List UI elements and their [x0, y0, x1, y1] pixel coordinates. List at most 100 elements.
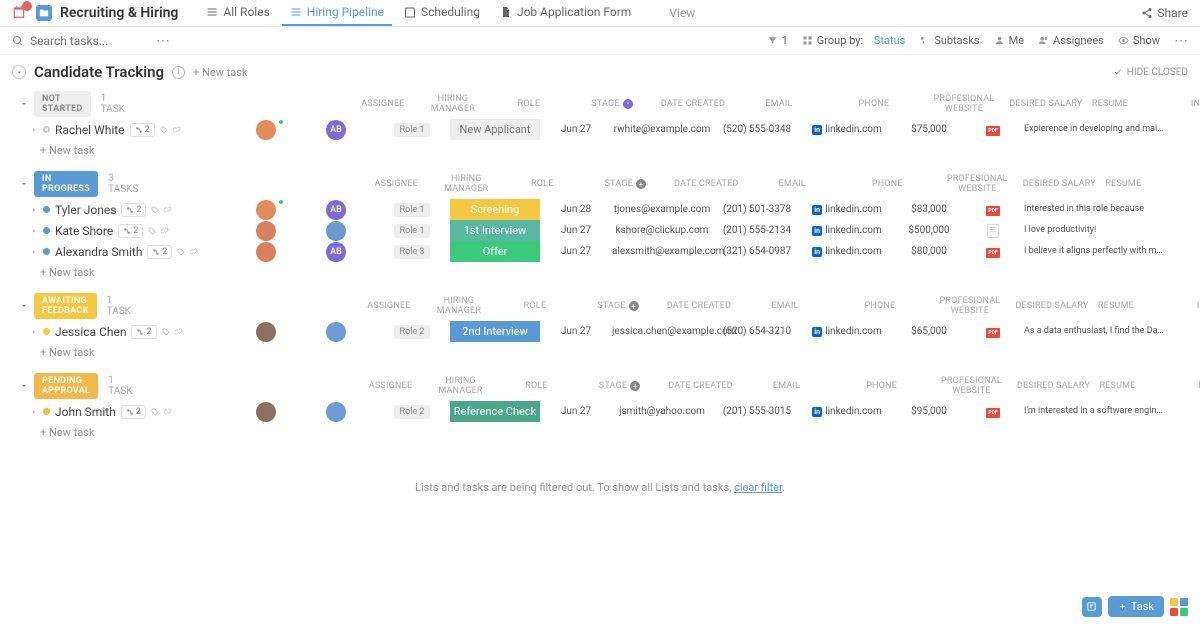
interest-cell[interactable]: As a data enthusiast, I find the Data An…	[1020, 326, 1170, 337]
assignee-avatar[interactable]	[234, 322, 298, 342]
manager-avatar[interactable]: AB	[298, 200, 374, 220]
col-header[interactable]: HIRING MANAGER	[421, 296, 497, 316]
col-header[interactable]: ASSIGNEE	[357, 301, 421, 311]
subtask-badge[interactable]: 2	[147, 245, 172, 259]
new-task-inline[interactable]: + New task	[0, 140, 1200, 161]
manager-avatar[interactable]: AB	[298, 120, 374, 140]
task-row[interactable]: John Smith 2 Role 2 Reference Check Jun …	[0, 401, 1200, 422]
col-stage[interactable]: STAGE +	[575, 381, 665, 391]
manager-avatar[interactable]	[298, 221, 374, 241]
role-cell[interactable]: Role 2	[374, 405, 450, 419]
toolbar-more-icon[interactable]: ⋯	[1174, 33, 1188, 49]
interest-cell[interactable]: Interested in this role because	[1020, 204, 1170, 215]
subtasks-button[interactable]: Subtasks	[919, 34, 979, 47]
interest-cell[interactable]: I'm interested in a software engineering…	[1020, 406, 1170, 417]
section-new-task[interactable]: + New task	[193, 66, 247, 79]
col-header[interactable]: ROLE	[497, 301, 573, 311]
search-input[interactable]	[30, 34, 150, 48]
tag-icon[interactable]	[162, 328, 170, 336]
pdf-icon[interactable]: PDF	[986, 328, 1000, 338]
share-button[interactable]: Share	[1141, 6, 1188, 20]
link-icon[interactable]	[161, 227, 169, 235]
col-header[interactable]: PROFESIONAL WEBSITE	[927, 376, 1017, 396]
folder-icon[interactable]	[36, 5, 52, 21]
pdf-icon[interactable]: PDF	[986, 206, 1000, 216]
col-header[interactable]: PHONE	[829, 99, 919, 109]
task-row[interactable]: Tyler Jones 2 AB Role 1 Screening Jun 28…	[0, 199, 1200, 220]
col-header[interactable]: ROLE	[504, 179, 580, 189]
role-cell[interactable]: Role 1	[374, 224, 450, 238]
link-icon[interactable]	[175, 328, 183, 336]
status-dot[interactable]	[43, 328, 50, 335]
interest-cell[interactable]: I believe it aligns perfectly with my sk…	[1020, 246, 1170, 257]
show-button[interactable]: Show	[1118, 34, 1160, 47]
col-header[interactable]: INTEREST	[1145, 381, 1200, 391]
section-collapse-button[interactable]	[12, 65, 26, 79]
website-cell[interactable]: inlinkedin.com	[802, 246, 892, 257]
task-row[interactable]: Rachel White 2 AB Role 1 New Applicant J…	[0, 119, 1200, 140]
assignee-avatar[interactable]	[234, 402, 298, 422]
col-header[interactable]: DATE CREATED	[670, 179, 742, 189]
link-icon[interactable]	[164, 408, 172, 416]
task-name[interactable]: Tyler Jones	[55, 203, 116, 217]
clear-filter-link[interactable]: clear filter	[734, 481, 782, 494]
link-icon[interactable]	[164, 206, 172, 214]
subtask-badge[interactable]: 2	[121, 203, 146, 217]
col-header[interactable]: RESUME	[1089, 301, 1143, 311]
col-stage[interactable]: STAGE +	[580, 179, 670, 189]
new-task-inline[interactable]: + New task	[0, 342, 1200, 363]
assignees-button[interactable]: Assignees	[1038, 34, 1104, 47]
role-cell[interactable]: Role 1	[374, 123, 450, 137]
tag-icon[interactable]	[160, 126, 168, 134]
status-dot[interactable]	[43, 227, 50, 234]
task-name[interactable]: John Smith	[55, 405, 116, 419]
assignee-avatar[interactable]	[234, 200, 298, 220]
col-header[interactable]: ROLE	[499, 381, 575, 391]
tab-job-application[interactable]: Job Application Form	[492, 0, 639, 26]
col-header[interactable]: EMAIL	[735, 301, 835, 311]
col-header[interactable]: HIRING MANAGER	[423, 376, 499, 396]
status-dot[interactable]	[43, 408, 50, 415]
task-row[interactable]: Alexandra Smith 2 AB Role 3 Offer Jun 27…	[0, 241, 1200, 262]
task-name[interactable]: Rachel White	[55, 123, 125, 137]
col-header[interactable]: INTEREST	[1150, 179, 1200, 189]
fab-apps-button[interactable]	[1170, 598, 1188, 616]
col-header[interactable]: PHONE	[837, 381, 927, 391]
new-task-inline[interactable]: + New task	[0, 262, 1200, 283]
view-button[interactable]: View	[647, 2, 703, 24]
status-pill[interactable]: IN PROGRESS	[34, 171, 98, 197]
website-cell[interactable]: inlinkedin.com	[802, 204, 892, 215]
status-dot[interactable]	[43, 248, 50, 255]
new-task-inline[interactable]: + New task	[0, 422, 1200, 443]
tag-icon[interactable]	[148, 227, 156, 235]
group-collapse-button[interactable]	[20, 98, 28, 110]
subtask-badge[interactable]: 2	[131, 325, 156, 339]
col-stage[interactable]: STAGE +	[573, 301, 663, 311]
email-cell[interactable]: tjones@example.com	[612, 204, 712, 215]
website-cell[interactable]: inlinkedin.com	[802, 225, 892, 236]
col-header[interactable]: PROFESIONAL WEBSITE	[919, 94, 1009, 114]
role-cell[interactable]: Role 2	[374, 325, 450, 339]
col-header[interactable]: DATE CREATED	[665, 381, 737, 391]
me-button[interactable]: Me	[994, 34, 1024, 47]
col-header[interactable]: EMAIL	[729, 99, 829, 109]
search-more-icon[interactable]: ⋯	[156, 33, 170, 49]
col-header[interactable]: HIRING MANAGER	[428, 174, 504, 194]
group-collapse-button[interactable]	[20, 380, 28, 392]
interest-cell[interactable]: I love productivity!	[1020, 225, 1170, 236]
task-row[interactable]: Kate Shore 2 Role 1 1st Interview Jun 27…	[0, 220, 1200, 241]
notification-icon[interactable]	[12, 5, 28, 21]
col-header[interactable]: DESIRED SALARY	[1015, 301, 1089, 311]
manager-avatar[interactable]	[298, 322, 374, 342]
stage-cell[interactable]: 1st Interview	[450, 220, 540, 241]
assignee-avatar[interactable]	[234, 221, 298, 241]
fab-note-button[interactable]	[1082, 597, 1102, 617]
status-pill[interactable]: PENDING APPROVAL	[34, 373, 98, 399]
pdf-icon[interactable]: PDF	[986, 248, 1000, 258]
col-header[interactable]: DATE CREATED	[663, 301, 735, 311]
task-name[interactable]: Alexandra Smith	[55, 245, 142, 259]
email-cell[interactable]: rwhite@example.com	[612, 124, 712, 135]
manager-avatar[interactable]	[298, 402, 374, 422]
status-pill[interactable]: NOT STARTED	[34, 91, 91, 117]
col-header[interactable]: ASSIGNEE	[351, 99, 415, 109]
